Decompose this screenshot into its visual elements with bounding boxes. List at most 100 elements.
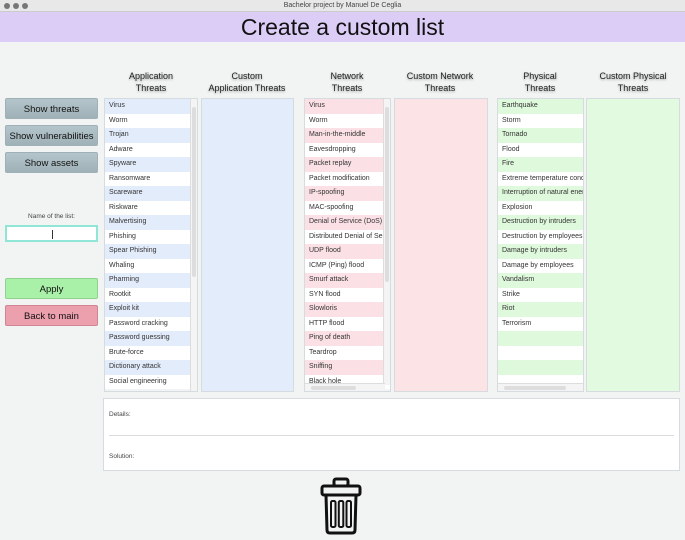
list-item[interactable] (498, 331, 583, 346)
list-item[interactable]: Adware (105, 142, 197, 157)
maximize-icon[interactable] (22, 3, 28, 9)
list-item[interactable]: Packet modification (305, 171, 390, 186)
list-item[interactable]: Interruption of natural energy (498, 186, 583, 201)
scroll-thumb[interactable] (311, 386, 356, 390)
list-item[interactable]: Denial of Service (DoS) (305, 215, 390, 230)
header-line: Custom (231, 71, 263, 81)
details-panel: Details: Solution: (103, 398, 680, 471)
list-item[interactable]: Virus (305, 99, 390, 114)
column-header-custom-application: Custom Application Threats (200, 70, 294, 94)
list-item[interactable]: Whaling (105, 258, 197, 273)
list-item[interactable]: Virus (105, 99, 197, 114)
list-item[interactable]: Pharming (105, 273, 197, 288)
list-item[interactable]: Dictionary attack (105, 360, 197, 375)
list-item[interactable]: Riot (498, 302, 583, 317)
list-item[interactable]: Spear Phishing (105, 244, 197, 259)
list-item[interactable]: Extreme temperature conditions (498, 171, 583, 186)
list-item[interactable]: Social engineering (105, 374, 197, 389)
list-item[interactable]: Phishing (105, 229, 197, 244)
horizontal-scrollbar[interactable] (305, 383, 385, 391)
list-rows: Virus Worm Man-in-the-middle Eavesdropping P… (305, 99, 390, 389)
list-item[interactable]: Earthquake (498, 99, 583, 114)
custom-physical-threats-list[interactable] (586, 98, 680, 392)
list-item[interactable]: Storm (498, 113, 583, 128)
minimize-icon[interactable] (13, 3, 19, 9)
list-item[interactable]: Distributed Denial of Service (305, 229, 390, 244)
apply-button[interactable]: Apply (5, 278, 98, 299)
list-item[interactable]: Fire (498, 157, 583, 172)
list-item[interactable]: SYN flood (305, 287, 390, 302)
list-item[interactable]: Trojan (105, 128, 197, 143)
application-threats-list[interactable]: Virus Worm Trojan Adware Spyware Ransomware Sc… (104, 98, 198, 392)
window-title: Bachelor project by Manuel De Ceglia (283, 2, 402, 9)
back-to-main-button[interactable]: Back to main (5, 305, 98, 326)
list-item[interactable]: Malvertising (105, 215, 197, 230)
list-item[interactable]: Ransomware (105, 171, 197, 186)
list-item[interactable]: ICMP (Ping) flood (305, 258, 390, 273)
list-item[interactable]: IP-spoofing (305, 186, 390, 201)
header-line: Network (330, 71, 364, 81)
list-item[interactable]: Scareware (105, 186, 197, 201)
trash-icon[interactable] (319, 477, 363, 540)
list-rows: Earthquake Storm Tornado Flood Fire Extreme t… (498, 99, 583, 389)
list-item[interactable]: Brute-force (105, 345, 197, 360)
header-line: Application (128, 71, 174, 81)
list-item[interactable]: Teardrop (305, 345, 390, 360)
list-rows: Virus Worm Trojan Adware Spyware Ransomware Sc… (105, 99, 197, 389)
vertical-scrollbar[interactable] (383, 99, 390, 385)
window-controls[interactable] (4, 3, 28, 9)
header-line: Threats (331, 83, 363, 93)
list-item[interactable]: UDP flood (305, 244, 390, 259)
show-vulnerabilities-button[interactable]: Show vulnerabilities (5, 125, 98, 146)
physical-threats-list[interactable]: Earthquake Storm Tornado Flood Fire Extreme t… (497, 98, 584, 392)
list-item[interactable]: Slowloris (305, 302, 390, 317)
list-name-label: Name of the list: (28, 213, 75, 220)
list-item[interactable]: MAC-spoofing (305, 200, 390, 215)
column-header-network: Network Threats (300, 70, 394, 94)
list-item[interactable]: Explosion (498, 200, 583, 215)
list-item[interactable]: Riskware (105, 200, 197, 215)
list-name-input[interactable] (5, 225, 98, 242)
close-icon[interactable] (4, 3, 10, 9)
list-item[interactable]: Smurf attack (305, 273, 390, 288)
custom-application-threats-list[interactable] (201, 98, 294, 392)
list-item[interactable]: Damage by intruders (498, 244, 583, 259)
list-item[interactable] (498, 345, 583, 360)
custom-network-threats-list[interactable] (394, 98, 488, 392)
list-item[interactable]: Password guessing (105, 331, 197, 346)
list-item[interactable] (498, 360, 583, 375)
list-item[interactable]: HTTP flood (305, 316, 390, 331)
list-item[interactable]: Strike (498, 287, 583, 302)
list-item[interactable]: Worm (305, 113, 390, 128)
header-line: Threats (524, 83, 556, 93)
list-item[interactable]: Sniffing (305, 360, 390, 375)
list-item[interactable]: Flood (498, 142, 583, 157)
column-header-custom-network: Custom Network Threats (393, 70, 487, 94)
list-item[interactable]: Exploit kit (105, 302, 197, 317)
list-item[interactable]: Worm (105, 113, 197, 128)
list-item[interactable]: Man-in-the-middle (305, 128, 390, 143)
list-item[interactable]: Destruction by employees (498, 229, 583, 244)
list-item[interactable]: Packet replay (305, 157, 390, 172)
page-title: Create a custom list (0, 12, 685, 42)
list-item[interactable]: Eavesdropping (305, 142, 390, 157)
horizontal-scrollbar[interactable] (498, 383, 583, 391)
list-item[interactable]: Spyware (105, 157, 197, 172)
list-item[interactable]: Rootkit (105, 287, 197, 302)
divider (109, 435, 674, 436)
scroll-thumb[interactable] (192, 107, 196, 277)
list-item[interactable]: Ping of death (305, 331, 390, 346)
list-item[interactable]: Terrorism (498, 316, 583, 331)
network-threats-list[interactable]: Virus Worm Man-in-the-middle Eavesdropping P… (304, 98, 391, 392)
vertical-scrollbar[interactable] (190, 99, 197, 391)
list-item[interactable]: Destruction by intruders (498, 215, 583, 230)
list-item[interactable]: Damage by employees (498, 258, 583, 273)
scroll-thumb[interactable] (385, 107, 389, 282)
list-item[interactable]: Tornado (498, 128, 583, 143)
show-threats-button[interactable]: Show threats (5, 98, 98, 119)
scroll-thumb[interactable] (504, 386, 566, 390)
show-assets-button[interactable]: Show assets (5, 152, 98, 173)
list-item[interactable]: Vandalism (498, 273, 583, 288)
header-line: Threats (424, 83, 456, 93)
list-item[interactable]: Password cracking (105, 316, 197, 331)
